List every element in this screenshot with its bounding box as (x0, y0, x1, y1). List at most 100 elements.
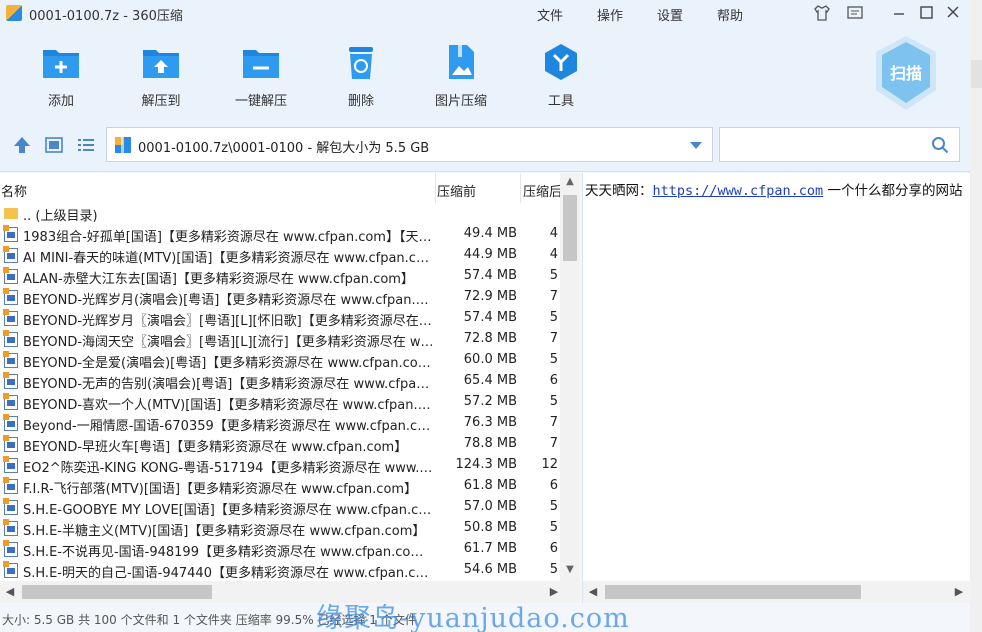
file-size: 72.8 MB (463, 331, 517, 346)
column-original-size[interactable]: 压缩前 (437, 181, 476, 200)
archive-icon (114, 136, 132, 154)
file-packed-size: 12 (541, 457, 558, 472)
search-box[interactable] (719, 127, 960, 162)
video-file-icon (3, 540, 18, 557)
file-packed-size: 5 (549, 394, 558, 409)
delete-button[interactable]: 删除 (316, 42, 406, 109)
file-name: F.I.R-飞行部落(MTV)[国语]【更多精彩资源尽在 www.cfpan.c… (23, 482, 418, 497)
file-row[interactable]: BEYOND-无声的告别(演唱会)[粤语]【更多精彩资源尽在 www.cfpan… (0, 371, 560, 392)
menu-file[interactable]: 文件 (537, 5, 563, 24)
one-click-extract-button[interactable]: 一键解压 (216, 42, 306, 109)
preview-link[interactable]: https://www.cfpan.com (653, 183, 824, 199)
scroll-right-icon[interactable]: ▶ (953, 586, 965, 598)
minimize-icon[interactable] (890, 4, 908, 22)
app-window: 0001-0100.7z - 360压缩 文件 操作 设置 帮助 添加 解压到 … (0, 0, 970, 632)
file-packed-size: 5 (549, 562, 558, 577)
scroll-left-icon[interactable]: ◀ (4, 586, 16, 598)
preview-prefix: 天天晒网： (585, 183, 653, 199)
file-size: 54.6 MB (463, 562, 517, 577)
file-packed-size: 6 (549, 373, 558, 388)
list-header: 名称 压缩前 压缩后 (0, 173, 560, 203)
close-icon[interactable] (944, 4, 962, 22)
search-input[interactable] (724, 134, 924, 156)
search-icon[interactable] (931, 136, 949, 154)
file-packed-size: 4 (549, 247, 558, 262)
image-compress-button[interactable]: 图片压缩 (416, 42, 506, 109)
file-size: 49.4 MB (463, 226, 517, 241)
video-file-icon (3, 393, 18, 410)
file-row[interactable]: S.H.E-不说再见-国语-948199【更多精彩资源尽在 www.cfpan.… (0, 539, 560, 560)
column-divider[interactable] (520, 173, 521, 203)
add-button[interactable]: 添加 (16, 42, 106, 109)
file-row[interactable]: F.I.R-飞行部落(MTV)[国语]【更多精彩资源尽在 www.cfpan.c… (0, 476, 560, 497)
file-size: 57.4 MB (463, 310, 517, 325)
file-row[interactable]: BEYOND-光辉岁月〖演唱会〗[粤语][L][怀旧歌]【更多精彩资源尽在 ww… (0, 308, 560, 329)
video-file-icon (3, 456, 18, 473)
file-size: 60.0 MB (463, 352, 517, 367)
menu-operate[interactable]: 操作 (597, 5, 623, 24)
vertical-scrollbar[interactable]: ▲ ▼ (560, 173, 580, 581)
preview-horizontal-scrollbar[interactable]: ◀ ▶ (583, 581, 970, 603)
file-row[interactable]: S.H.E-GOOBYE MY LOVE[国语]【更多精彩资源尽在 www.cf… (0, 497, 560, 518)
maximize-icon[interactable] (917, 4, 935, 22)
extract-to-button[interactable]: 解压到 (116, 42, 206, 109)
file-name: ALAN-赤壁大江东去[国语]【更多精彩资源尽在 www.cfpan.com】 (23, 272, 414, 287)
file-row[interactable]: Beyond-一厢情愿-国语-670359【更多精彩资源尽在 www.cfpan… (0, 413, 560, 434)
scan-button[interactable]: 扫描 (872, 34, 940, 112)
scrollbar-thumb[interactable] (563, 195, 577, 261)
skin-shirt-icon[interactable] (813, 4, 831, 22)
file-row[interactable]: BEYOND-海阔天空〖演唱会〗[粤语][L][流行]【更多精彩资源尽在 www… (0, 329, 560, 350)
thumbnail-view-icon[interactable] (44, 136, 64, 154)
window-edge (970, 0, 982, 632)
chevron-down-icon[interactable] (690, 142, 702, 149)
file-row[interactable]: 1983组合-好孤单[国语]【更多精彩资源尽在 www.cfpan.com】【天… (0, 224, 560, 245)
preview-suffix: 一个什么都分享的网站 (823, 183, 963, 199)
file-row[interactable]: BEYOND-光辉岁月(演唱会)[粤语]【更多精彩资源尽在 www.cfpan.… (0, 287, 560, 308)
file-row[interactable]: BEYOND-喜欢一个人(MTV)[国语]【更多精彩资源尽在 www.cfpan… (0, 392, 560, 413)
file-packed-size: 5 (549, 268, 558, 283)
file-size: 57.4 MB (463, 268, 517, 283)
column-divider[interactable] (435, 173, 436, 203)
feedback-icon[interactable] (846, 4, 864, 22)
file-packed-size: 4 (549, 226, 558, 241)
column-name[interactable]: 名称 (1, 181, 27, 200)
path-combobox[interactable]: 0001-0100.7z\0001-0100 - 解包大小为 5.5 GB (106, 127, 713, 162)
parent-dir-row[interactable]: .. (上级目录) (0, 203, 560, 224)
scrollbar-thumb[interactable] (605, 585, 861, 599)
up-arrow-icon[interactable] (12, 136, 32, 154)
video-file-icon (3, 372, 18, 389)
video-file-icon (3, 414, 18, 431)
scroll-up-icon[interactable]: ▲ (565, 177, 575, 187)
file-size: 61.8 MB (463, 478, 517, 493)
scroll-down-icon[interactable]: ▼ (565, 565, 575, 575)
extract-to-icon (141, 42, 181, 82)
file-name: EO2^陈奕迅-KING KONG-粤语-517194【更多精彩资源尽在 www… (23, 461, 435, 476)
file-name: BEYOND-早班火车[粤语]【更多精彩资源尽在 www.cfpan.com】 (23, 440, 408, 455)
tools-button[interactable]: 工具 (516, 42, 606, 109)
menu-settings[interactable]: 设置 (657, 5, 683, 24)
preview-pane: 天天晒网：https://www.cfpan.com 一个什么都分享的网站 ◀ … (582, 173, 970, 603)
list-view-icon[interactable] (76, 136, 96, 154)
file-row[interactable]: BEYOND-全是爱(演唱会)[粤语]【更多精彩资源尽在 www.cfpan.c… (0, 350, 560, 371)
file-size: 57.0 MB (463, 499, 517, 514)
scrollbar-thumb[interactable] (22, 585, 212, 599)
file-row[interactable]: S.H.E-明天的自己-国语-947440【更多精彩资源尽在 www.cfpan… (0, 560, 560, 581)
file-row[interactable]: ALAN-赤壁大江东去[国语]【更多精彩资源尽在 www.cfpan.com】 5… (0, 266, 560, 287)
file-row[interactable]: EO2^陈奕迅-KING KONG-粤语-517194【更多精彩资源尽在 www… (0, 455, 560, 476)
column-packed-size[interactable]: 压缩后 (523, 181, 560, 200)
file-name: S.H.E-半糖主义(MTV)[国语]【更多精彩资源尽在 www.cfpan.c… (23, 524, 426, 539)
file-packed-size: 7 (549, 331, 558, 346)
file-packed-size: 5 (549, 499, 558, 514)
file-row[interactable]: BEYOND-早班火车[粤语]【更多精彩资源尽在 www.cfpan.com】 7… (0, 434, 560, 455)
add-folder-icon (41, 42, 81, 82)
file-row[interactable]: S.H.E-半糖主义(MTV)[国语]【更多精彩资源尽在 www.cfpan.c… (0, 518, 560, 539)
file-size: 76.3 MB (463, 415, 517, 430)
file-size: 57.2 MB (463, 394, 517, 409)
file-row[interactable]: AI MINI-春天的味道(MTV)[国语]【更多精彩资源尽在 www.cfpa… (0, 245, 560, 266)
file-packed-size: 5 (549, 352, 558, 367)
title-bar: 0001-0100.7z - 360压缩 文件 操作 设置 帮助 (0, 0, 970, 26)
video-file-icon (3, 330, 18, 347)
menu-help[interactable]: 帮助 (717, 5, 743, 24)
file-packed-size: 6 (549, 541, 558, 556)
file-packed-size: 6 (549, 478, 558, 493)
